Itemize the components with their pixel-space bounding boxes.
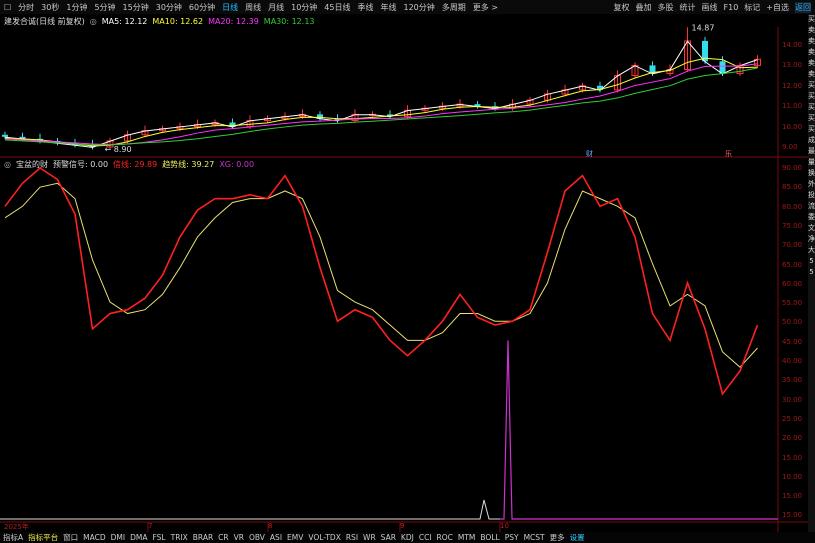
price-tick: 11.00 (782, 102, 803, 111)
indicator-tick: 65.00 (782, 260, 803, 269)
strip-char: 大 (808, 246, 815, 254)
price-tick: 9.00 (782, 143, 798, 151)
indicator-tab[interactable]: DMA (130, 533, 147, 542)
indicator-tick: 15.00 (782, 511, 803, 520)
indicator-tab[interactable]: 指标平台 (28, 532, 58, 543)
ma10-line (4, 57, 758, 147)
strip-char: 外 (808, 180, 815, 188)
indicator-tick: 55.00 (782, 299, 803, 308)
indicator-tick: 45.00 (782, 337, 803, 346)
indicator-tab[interactable]: 指标A (3, 532, 23, 543)
indicator-tab[interactable]: DMI (111, 533, 125, 542)
indicator-tab[interactable]: 更多 (550, 532, 565, 543)
strip-char: 买 (808, 103, 815, 111)
indicator-tab[interactable]: MACD (83, 533, 105, 542)
indicator-tab[interactable]: VR (234, 533, 244, 542)
indicator-tab[interactable]: RSI (346, 533, 358, 542)
price-tick: 14.00 (782, 41, 803, 49)
strip-char: 5 (809, 257, 814, 265)
strip-char: 5 (809, 268, 814, 276)
chart-canvas[interactable]: 14.87 ← 8.90 财 乐 (0, 0, 815, 543)
strip-char: 成 (808, 136, 815, 144)
indicator-tab[interactable]: KDJ (401, 533, 414, 542)
alarm-line (0, 499, 500, 520)
indicator-tab[interactable]: MTM (458, 533, 476, 542)
strip-char: 净 (808, 235, 815, 243)
side-quote-strip: 买卖卖卖卖卖买买买买买成最量换外投流委文净大55 (808, 14, 815, 532)
price-tick: 10.00 (782, 122, 803, 131)
indicator-tab[interactable]: MCST (524, 533, 545, 542)
strip-char: 买 (808, 125, 815, 133)
indicator-tabs: 指标A 指标平台 窗口 MACD DMI DMA FSL TRIX BRAR CR VR OBV ASI… (0, 532, 815, 543)
ma5-line (4, 40, 758, 148)
low-label: ← 8.90 (105, 145, 132, 154)
event-marker: 乐 (725, 149, 732, 158)
date-label: 8 (268, 522, 273, 530)
indicator-tab[interactable]: BOLL (480, 533, 499, 542)
indicator-tab[interactable]: CR (218, 533, 228, 542)
indicator-tab[interactable]: 设置 (570, 532, 585, 543)
strip-char: 卖 (808, 37, 815, 45)
indicator-tick: 30.00 (782, 395, 803, 404)
strip-char: 流 (808, 202, 815, 210)
ma20-line (4, 63, 758, 146)
indicator-tick: 75.00 (782, 221, 803, 230)
price-tick: 13.00 (782, 61, 803, 70)
indicator-tab[interactable]: VOL-TDX (308, 533, 340, 542)
indicator-tick: 70.00 (782, 241, 803, 250)
strip-char: 卖 (808, 70, 815, 78)
date-label: 7 (148, 522, 153, 530)
indicator-tab[interactable]: CCI (419, 533, 432, 542)
strip-char: 买 (808, 92, 815, 100)
indicator-tab[interactable]: BRAR (193, 533, 213, 542)
indicator-tick: 40.00 (782, 357, 803, 365)
indicator-tab[interactable]: EMV (287, 533, 303, 542)
strip-char: 投 (808, 191, 815, 199)
strip-char: 量 (808, 158, 815, 166)
indicator-tick: 85.00 (782, 183, 803, 192)
date-label: 9 (400, 522, 405, 530)
strip-char: 买 (808, 114, 815, 122)
indicator-tick: 15.00 (782, 453, 803, 462)
indicator-tab[interactable]: ROC (437, 533, 453, 542)
indicator-tick: 35.00 (782, 376, 803, 385)
indicator-tab[interactable]: OBV (249, 533, 265, 542)
indicator-tick: 10.00 (782, 472, 803, 481)
indicator-tab[interactable]: WR (363, 533, 376, 542)
strip-char: 卖 (808, 48, 815, 56)
indicator-tab[interactable]: 窗口 (63, 532, 78, 543)
date-axis: 2025年 7 8 9 10 (0, 522, 778, 532)
candle (719, 61, 726, 74)
ma30-line (4, 67, 758, 146)
strip-char: 买 (808, 15, 815, 23)
high-label: 14.87 (692, 23, 715, 32)
indicator-tick: 20.00 (782, 434, 803, 443)
finance-marker: 财 (586, 149, 593, 158)
strip-char: 文 (808, 224, 815, 232)
signal-line (4, 166, 759, 396)
xg-signal-line (500, 340, 778, 520)
indicator-tab[interactable]: PSY (505, 533, 519, 542)
strip-char: 买 (808, 81, 815, 89)
strip-char: 卖 (808, 59, 815, 67)
indicator-tab[interactable]: TRIX (171, 533, 188, 542)
strip-char: 最 (808, 147, 815, 155)
strip-char: 换 (808, 169, 815, 177)
indicator-tick: 80.00 (782, 202, 803, 211)
indicator-tick: 90.00 (782, 164, 803, 172)
trend-line (4, 182, 758, 368)
indicator-tick: 50.00 (782, 318, 803, 327)
strip-char: 委 (808, 213, 815, 221)
strip-char: 卖 (808, 26, 815, 34)
indicator-tick: 60.00 (782, 279, 803, 288)
indicator-tab[interactable]: SAR (381, 533, 396, 542)
indicator-tick: 15.00 (782, 492, 803, 501)
price-tick: 12.00 (782, 81, 803, 90)
indicator-tick: 25.00 (782, 414, 803, 423)
date-label: 10 (500, 522, 509, 530)
indicator-tab[interactable]: ASI (270, 533, 282, 542)
date-label: 2025年 (4, 523, 29, 531)
candle (2, 134, 8, 137)
indicator-tab[interactable]: FSL (152, 533, 165, 542)
